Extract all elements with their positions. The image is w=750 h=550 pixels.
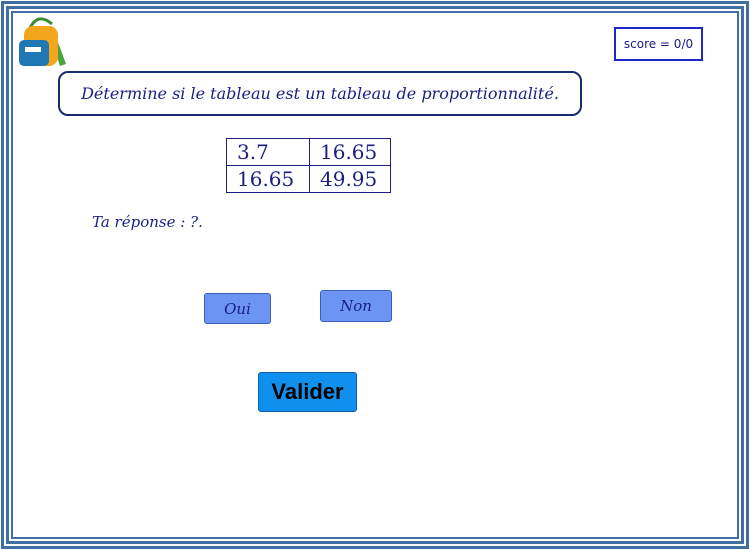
score-display: score = 0/0 <box>614 27 703 61</box>
table-row: 3.7 16.65 <box>226 138 391 166</box>
answer-text: Ta réponse : ?. <box>92 213 203 231</box>
submit-label: Valider <box>271 379 344 404</box>
table-cell: 16.65 <box>309 138 391 166</box>
oui-button[interactable]: Oui <box>204 293 271 324</box>
submit-button[interactable]: Valider <box>258 372 357 412</box>
non-button[interactable]: Non <box>320 290 392 322</box>
table-cell: 3.7 <box>226 138 310 166</box>
oui-label: Oui <box>224 299 251 318</box>
table-cell: 16.65 <box>226 165 310 193</box>
table-cell: 49.95 <box>309 165 391 193</box>
instruction-text: Détermine si le tableau est un tableau d… <box>81 84 559 103</box>
proportion-table: 3.7 16.65 16.65 49.95 <box>226 138 391 193</box>
instruction-box: Détermine si le tableau est un tableau d… <box>58 71 582 116</box>
backpack-icon <box>19 17 66 66</box>
non-label: Non <box>340 297 372 315</box>
table-row: 16.65 49.95 <box>226 165 391 193</box>
